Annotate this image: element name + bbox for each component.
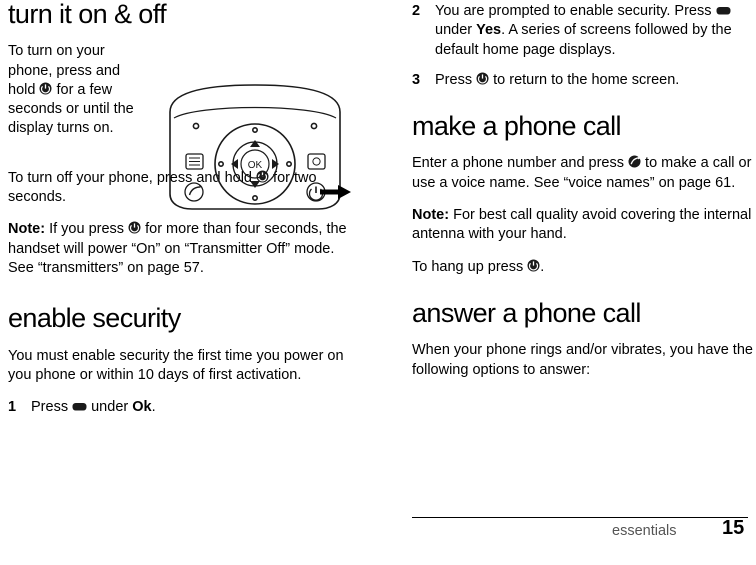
- paragraph-hang-up: To hang up press .: [412, 258, 545, 275]
- manual-page: turn it on & off OK To turn on your phon…: [0, 0, 756, 565]
- section-title-make-a-phone-call: make a phone call: [412, 111, 622, 142]
- phone-keypad-illustration: OK: [158, 82, 353, 212]
- enable-security-steps-continued: 2 You are prompted to enable security. Pr…: [412, 2, 756, 90]
- turn-on-block: OK To turn on your phone, press and hold…: [8, 42, 353, 211]
- page-footer: essentials 15: [0, 517, 756, 551]
- right-column: 2 You are prompted to enable security. Pr…: [412, 0, 756, 393]
- softkey-label-ok: Ok: [132, 399, 152, 416]
- page-number: 15: [722, 517, 745, 539]
- step-number: 3: [412, 71, 421, 88]
- step-number: 1: [8, 399, 17, 416]
- footer-section-label: essentials: [612, 523, 677, 539]
- soft-key-icon: [72, 402, 87, 412]
- step-number: 2: [412, 3, 421, 19]
- enable-security-steps: 1 Press under Ok.: [8, 398, 353, 417]
- end-key-icon: [476, 72, 489, 85]
- send-key-icon: [628, 155, 641, 168]
- paragraph-answer-call: When your phone rings and/or vibrates, y…: [412, 342, 753, 378]
- ok-key-label: OK: [248, 160, 263, 171]
- power-key-icon: [128, 221, 141, 234]
- section-title-enable-security: enable security: [8, 303, 181, 334]
- list-item: 3 Press to return to the home screen.: [412, 71, 756, 90]
- end-key-icon: [527, 259, 540, 272]
- note-label: Note:: [8, 221, 46, 238]
- section-title-answer-a-phone-call: answer a phone call: [412, 297, 641, 328]
- note-call-quality: Note: For best call quality avoid coveri…: [412, 207, 752, 243]
- soft-key-icon: [716, 6, 731, 16]
- paragraph-turn-on: To turn on your phone, press and hold fo…: [8, 43, 134, 137]
- note-transmitter-off: Note: If you press for more than four se…: [8, 221, 347, 276]
- list-item: 1 Press under Ok.: [8, 398, 353, 417]
- softkey-label-yes: Yes: [476, 22, 502, 39]
- note-label: Note:: [412, 207, 450, 224]
- section-title-turn-on-off: turn it on & off: [8, 0, 167, 29]
- paragraph-make-call: Enter a phone number and press to make a…: [412, 155, 752, 191]
- left-column: turn it on & off OK To turn on your phon…: [8, 0, 353, 430]
- footer-divider: [412, 517, 748, 518]
- list-item: 2 You are prompted to enable security. Pr…: [412, 3, 732, 58]
- paragraph-enable-security: You must enable security the first time …: [8, 347, 344, 383]
- power-key-icon: [39, 82, 52, 95]
